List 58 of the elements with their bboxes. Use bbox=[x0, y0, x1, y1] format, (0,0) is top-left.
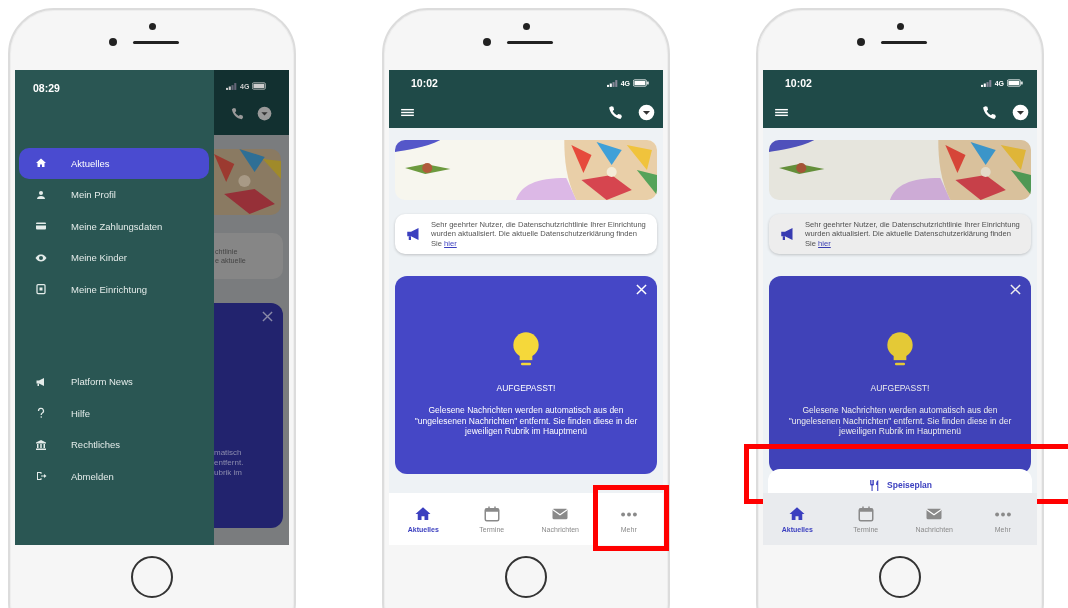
home-button[interactable] bbox=[131, 556, 173, 598]
close-icon[interactable] bbox=[262, 311, 273, 322]
person-icon bbox=[35, 188, 47, 201]
speaker-grille bbox=[881, 40, 927, 44]
battery-icon bbox=[633, 79, 649, 87]
home-button[interactable] bbox=[505, 556, 547, 598]
drawer-item[interactable]: Mein Profil bbox=[19, 179, 209, 210]
signal-icon bbox=[606, 79, 618, 87]
drawer-item[interactable]: Abmelden bbox=[19, 461, 209, 492]
avatar-icon[interactable] bbox=[638, 103, 655, 121]
drawer-item[interactable]: Rechtliches bbox=[19, 429, 209, 460]
home-icon bbox=[788, 505, 807, 523]
phone-icon[interactable] bbox=[981, 103, 998, 121]
battery-icon bbox=[252, 82, 269, 90]
help-icon bbox=[35, 407, 47, 420]
avatar-icon[interactable] bbox=[1012, 103, 1029, 121]
more-icon bbox=[620, 511, 637, 517]
sensor-dot bbox=[483, 38, 491, 46]
home-icon bbox=[414, 505, 433, 523]
tip-title: AUFGEPASST! bbox=[496, 383, 556, 394]
credit-card-icon bbox=[35, 220, 47, 233]
drawer-item[interactable]: Aktuelles bbox=[19, 148, 209, 179]
tip-text: Gelesene Nachrichten werden automatisch aus den "ungelesenen Nachrichten" entfernt. Sie finden diese in der jeweiligen Rubrik im Hauptmenü bbox=[787, 405, 1013, 437]
phone-icon[interactable] bbox=[230, 106, 245, 121]
drawer-item[interactable]: Meine Einrichtung bbox=[19, 274, 209, 305]
signal-icon bbox=[226, 82, 237, 90]
tip-text: Gelesene Nachrichten werden automatisch aus den "ungelesenen Nachrichten" entfernt. Sie finden diese in der jeweiligen Rubrik im Hauptmenü bbox=[413, 405, 639, 437]
calendar-icon bbox=[482, 505, 501, 523]
drawer-item[interactable]: Platform News bbox=[19, 366, 209, 397]
tip-text: entfernt. bbox=[214, 458, 245, 468]
camera-dot bbox=[148, 23, 156, 30]
meal-plan-button[interactable]: Speiseplan bbox=[864, 476, 936, 494]
camera-dot bbox=[522, 23, 530, 30]
bank-icon bbox=[35, 438, 47, 451]
home-button[interactable] bbox=[879, 556, 921, 598]
sensor-dot bbox=[857, 38, 865, 46]
status-time: 08:29 bbox=[33, 82, 60, 94]
drawer-item[interactable]: Meine Kinder bbox=[19, 242, 209, 273]
tip-text: ubrik im bbox=[214, 468, 243, 478]
signal-icon bbox=[980, 79, 992, 87]
status-time: 10:02 bbox=[411, 77, 438, 89]
sensor-dot bbox=[109, 38, 117, 46]
status-time: 10:02 bbox=[785, 77, 812, 89]
speaker-grille bbox=[507, 40, 553, 44]
tip-title: AUFGEPASST! bbox=[870, 383, 930, 394]
logout-icon bbox=[35, 470, 47, 483]
phone-icon[interactable] bbox=[607, 103, 624, 121]
drawer-item[interactable]: Meine Zahlungsdaten bbox=[19, 211, 209, 242]
camera-dot bbox=[896, 23, 904, 30]
megaphone-icon bbox=[35, 375, 47, 388]
speaker-grille bbox=[133, 40, 179, 44]
tip-text: matisch bbox=[214, 448, 243, 458]
drawer-item[interactable]: Hilfe bbox=[19, 398, 209, 429]
calendar-icon bbox=[856, 505, 875, 523]
more-icon bbox=[994, 511, 1011, 517]
home-icon bbox=[35, 157, 47, 170]
document-icon bbox=[35, 283, 47, 296]
battery-icon bbox=[1007, 79, 1023, 87]
